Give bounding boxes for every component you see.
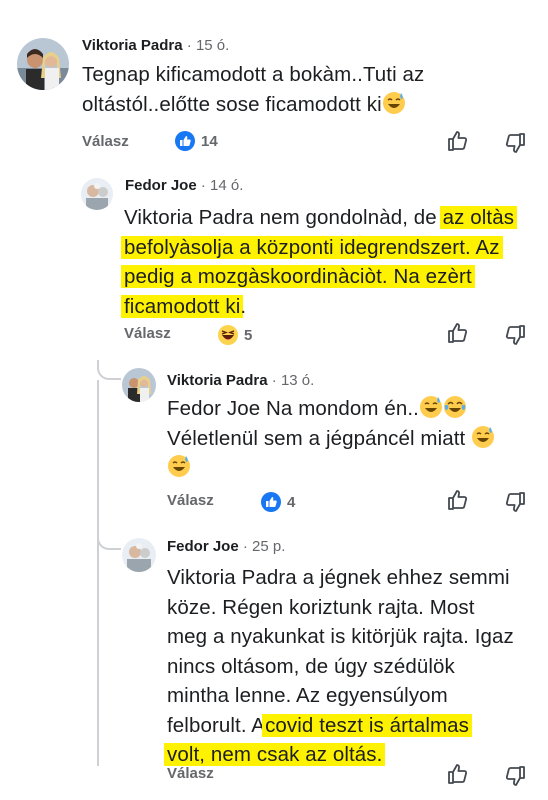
- comment-line: Tegnap kificamodott a bokàm..Tuti az: [82, 63, 425, 86]
- reply-button[interactable]: Válasz: [124, 325, 171, 342]
- comment-line: Viktoria Padra nem gondolnàd, de az oltà…: [124, 203, 518, 233]
- author-name[interactable]: Viktoria Padra: [82, 37, 183, 54]
- thumbs-up-icon[interactable]: [446, 129, 470, 153]
- joy-emoji: [443, 395, 467, 419]
- comment-text: Fedor Joe Na mondom én.. Véletlenül sem …: [167, 394, 495, 483]
- sweat-smile-emoji: [471, 425, 495, 449]
- comment-line: pedig a mozgàskoordinàciòt. Na ezèrt: [121, 262, 514, 292]
- thumbs-down-icon[interactable]: [503, 490, 527, 514]
- reaction-count: 5: [244, 326, 253, 344]
- timestamp[interactable]: · 13 ó.: [272, 372, 315, 389]
- timestamp[interactable]: · 25 p.: [243, 538, 286, 555]
- reaction-summary[interactable]: 14: [175, 131, 218, 151]
- author-name[interactable]: Viktoria Padra: [167, 372, 268, 389]
- thumbs-down-icon[interactable]: [503, 764, 527, 788]
- comment-line: köze. Régen koriztunk rajta. Most: [167, 595, 475, 619]
- sweat-smile-emoji: [167, 454, 191, 478]
- comment-line: meg a nyakunkat is kitörjük rajta. Igaz: [167, 625, 514, 648]
- thread-connector: [97, 360, 121, 380]
- comment-line: oltástól..előtte sose ficamodott ki: [82, 90, 424, 120]
- comment-text: Viktoria Padra nem gondolnàd, de az oltà…: [121, 203, 518, 322]
- avatar[interactable]: [122, 368, 156, 402]
- thread-line: [97, 380, 99, 538]
- comment-line: Véletlenül sem a jégpáncél miatt: [167, 424, 495, 454]
- comment-header: Viktoria Padra · 13 ó.: [167, 372, 314, 389]
- avatar[interactable]: [122, 538, 156, 572]
- reaction-count: 4: [287, 493, 296, 511]
- reaction-summary[interactable]: 4: [261, 492, 295, 512]
- like-reaction-icon: [261, 492, 281, 512]
- thumbs-up-icon[interactable]: [446, 762, 470, 786]
- thread-line: [97, 538, 99, 766]
- comment-text: Tegnap kificamodott a bokàm..Tuti az olt…: [82, 60, 424, 119]
- author-name[interactable]: Fedor Joe: [167, 538, 239, 555]
- author-name[interactable]: Fedor Joe: [125, 177, 197, 194]
- haha-reaction-icon: [218, 325, 238, 345]
- reply-button[interactable]: Válasz: [167, 492, 214, 509]
- reaction-summary[interactable]: 5: [218, 325, 252, 345]
- comment-text: Viktoria Padra a jégnek ehhez semmi köze…: [164, 563, 514, 770]
- thumbs-up-icon[interactable]: [446, 488, 470, 512]
- sweat-smile-emoji: [419, 395, 443, 419]
- reply-button[interactable]: Válasz: [167, 765, 214, 782]
- sweat-smile-emoji: [382, 91, 406, 115]
- comment-line: [167, 453, 495, 483]
- avatar[interactable]: [17, 38, 69, 90]
- thumbs-up-icon[interactable]: [446, 321, 470, 345]
- comment-line: ficamodott ki.: [121, 292, 514, 322]
- reaction-count: 14: [201, 132, 218, 150]
- thumbs-down-icon[interactable]: [503, 131, 527, 155]
- comment-header: Viktoria Padra · 15 ó.: [82, 37, 229, 54]
- timestamp[interactable]: · 14 ó.: [201, 177, 244, 194]
- comment-header: Fedor Joe · 14 ó.: [125, 177, 243, 194]
- timestamp[interactable]: · 15 ó.: [187, 37, 230, 54]
- comment-line: mintha lenne. Az egyensúlyom: [167, 684, 448, 707]
- comment-line: felborult. Acovid teszt is ártalmas: [167, 711, 514, 741]
- comment-line: befolyàsolja a központi idegrendszert. A…: [121, 233, 514, 263]
- thread-connector: [97, 530, 121, 550]
- comment-line: nincs oltásom, de úgy szédülök: [167, 654, 455, 678]
- comment-line: Fedor Joe Na mondom én..: [167, 394, 495, 424]
- like-reaction-icon: [175, 131, 195, 151]
- comment-header: Fedor Joe · 25 p.: [167, 538, 285, 555]
- avatar[interactable]: [81, 178, 113, 210]
- comment-line: Viktoria Padra a jégnek ehhez semmi: [167, 566, 510, 589]
- thumbs-down-icon[interactable]: [503, 323, 527, 347]
- reply-button[interactable]: Válasz: [82, 133, 129, 150]
